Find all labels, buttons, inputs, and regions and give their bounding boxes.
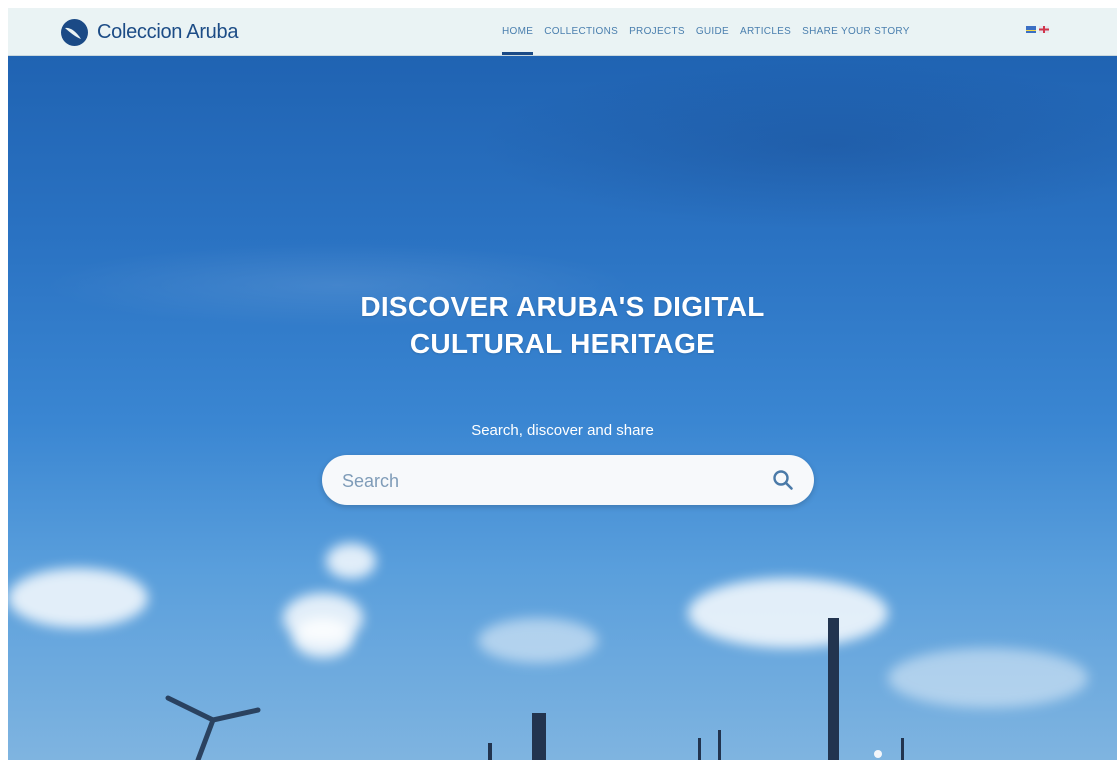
- nav-projects[interactable]: PROJECTS: [629, 8, 685, 55]
- hero-subtitle: Search, discover and share: [471, 422, 654, 439]
- cloud-decoration: [326, 543, 376, 579]
- nav-share-your-story[interactable]: SHARE YOUR STORY: [802, 8, 910, 55]
- main-nav: HOME COLLECTIONS PROJECTS GUIDE ARTICLES…: [502, 8, 910, 55]
- refinery-tower: [532, 713, 546, 760]
- site-header: Coleccion Aruba HOME COLLECTIONS PROJECT…: [8, 8, 1117, 56]
- search-icon[interactable]: [772, 469, 794, 491]
- cloud-decoration: [888, 648, 1088, 708]
- cloud-decoration: [8, 568, 148, 628]
- language-switcher: [1026, 26, 1049, 33]
- cloud-decoration: [688, 578, 888, 648]
- uk-flag-icon[interactable]: [1039, 26, 1049, 33]
- aruba-flag-icon[interactable]: [1026, 26, 1036, 33]
- refinery-pipe: [901, 738, 904, 760]
- cloud-decoration: [478, 618, 598, 663]
- nav-articles[interactable]: ARTICLES: [740, 8, 791, 55]
- refinery-pipe: [488, 743, 492, 760]
- wind-turbine: [165, 695, 261, 760]
- nav-collections[interactable]: COLLECTIONS: [544, 8, 618, 55]
- brand-logo-icon: [61, 18, 88, 46]
- light-dot: [874, 750, 882, 758]
- brand-name: Coleccion Aruba: [97, 20, 239, 43]
- search-bar: [322, 455, 814, 505]
- screen: Coleccion Aruba HOME COLLECTIONS PROJECT…: [8, 8, 1117, 760]
- nav-guide[interactable]: GUIDE: [696, 8, 729, 55]
- refinery-pipe: [698, 738, 701, 760]
- smokestack: [828, 618, 839, 760]
- hero-title: DISCOVER ARUBA'S DIGITAL CULTURAL HERITA…: [360, 291, 765, 359]
- nav-home[interactable]: HOME: [502, 8, 534, 55]
- refinery-pipe: [718, 730, 721, 760]
- brand-logo[interactable]: Coleccion Aruba: [61, 17, 238, 47]
- search-input[interactable]: [340, 465, 744, 497]
- cloud-decoration: [293, 618, 353, 658]
